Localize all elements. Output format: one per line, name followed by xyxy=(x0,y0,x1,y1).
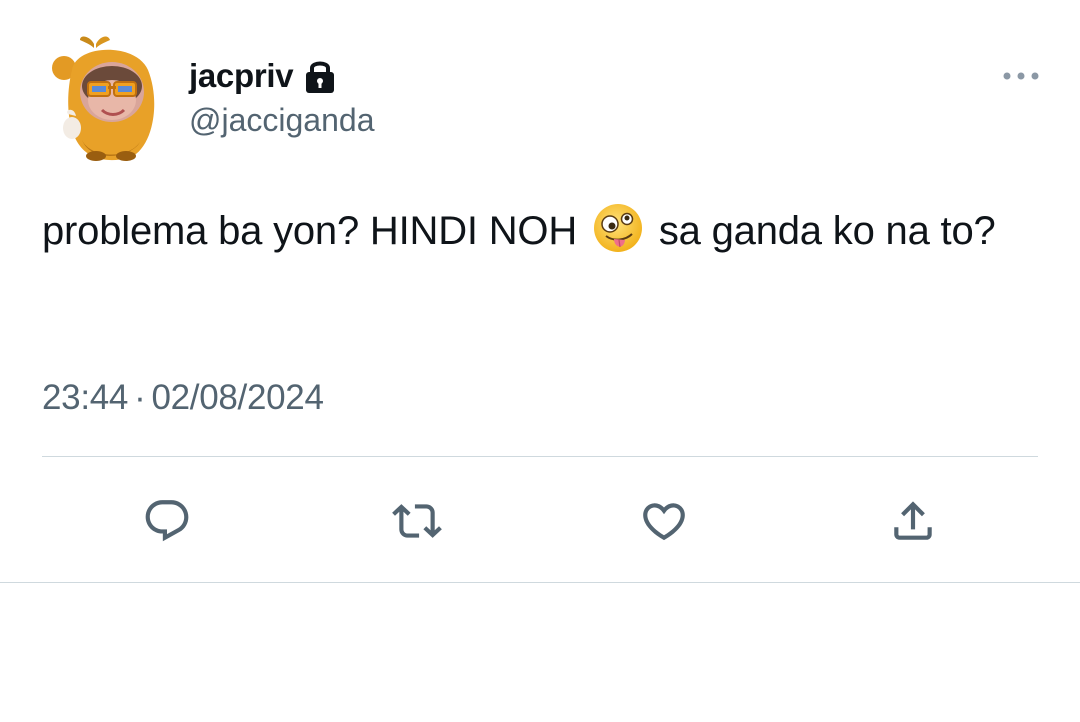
bottom-divider xyxy=(0,582,1080,583)
zany-face-emoji-icon xyxy=(592,202,644,254)
more-options-icon[interactable] xyxy=(1001,62,1041,90)
tweet-text-part-1: problema ba yon? HINDI NOH xyxy=(42,209,578,253)
author-name-row: jacpriv xyxy=(189,54,337,98)
tweet-time: 23:44 xyxy=(42,378,129,417)
lock-icon xyxy=(303,57,337,95)
retweet-icon xyxy=(392,504,442,538)
author-display-name[interactable]: jacpriv xyxy=(189,54,294,98)
character-avatar-image xyxy=(52,36,155,161)
meta-separator: · xyxy=(134,378,146,417)
heart-icon xyxy=(643,503,685,541)
author-handle[interactable]: @jacciganda xyxy=(189,100,374,140)
reply-button[interactable] xyxy=(139,493,195,549)
reply-icon xyxy=(145,500,189,542)
tweet-text: problema ba yon? HINDI NOH sa ganda ko n… xyxy=(42,202,1042,260)
like-button[interactable] xyxy=(636,493,692,549)
share-icon xyxy=(894,501,932,540)
avatar[interactable] xyxy=(50,30,168,162)
divider xyxy=(42,456,1038,457)
retweet-button[interactable] xyxy=(389,493,445,549)
tweet-date: 02/08/2024 xyxy=(151,378,324,417)
tweet-timestamp[interactable]: 23:44 · 02/08/2024 xyxy=(42,376,324,420)
tweet-text-part-2: sa ganda ko na to? xyxy=(658,209,996,253)
share-button[interactable] xyxy=(885,493,941,549)
